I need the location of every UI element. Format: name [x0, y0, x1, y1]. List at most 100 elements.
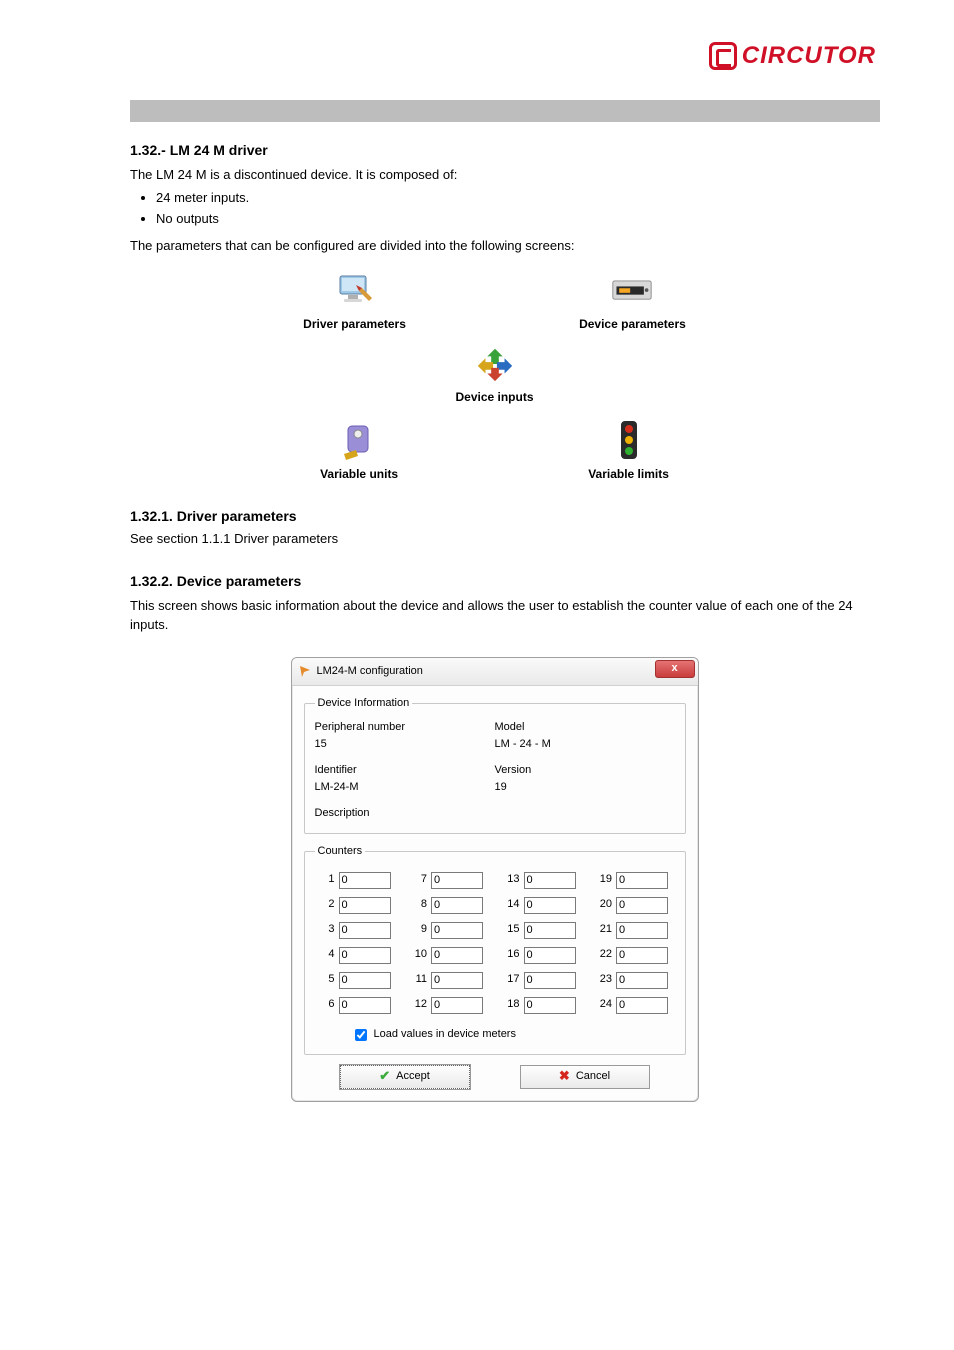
counter-row: 24 [596, 997, 671, 1014]
counter-row: 15 [504, 922, 579, 939]
cancel-label: Cancel [576, 1069, 610, 1085]
counter-label: 4 [319, 947, 335, 963]
counter-label: 2 [319, 897, 335, 913]
counter-label: 21 [596, 922, 612, 938]
counter-input[interactable] [431, 997, 483, 1014]
peripheral-value: 15 [315, 737, 495, 753]
counter-row: 22 [596, 947, 671, 964]
counter-label: 1 [319, 872, 335, 888]
nav-label: Device parameters [579, 316, 686, 333]
counter-input[interactable] [524, 947, 576, 964]
nav-variable-units[interactable]: Variable units [320, 420, 398, 483]
counter-input[interactable] [524, 972, 576, 989]
counter-label: 3 [319, 922, 335, 938]
counter-row: 13 [504, 872, 579, 889]
counter-input[interactable] [524, 922, 576, 939]
dialog-titlebar: LM24-M configuration x [292, 658, 698, 686]
counter-input[interactable] [339, 947, 391, 964]
counter-input[interactable] [339, 897, 391, 914]
brand-logo-text: CIRCUTOR [742, 42, 876, 70]
counter-label: 18 [504, 997, 520, 1013]
counter-row: 19 [596, 872, 671, 889]
counter-input[interactable] [524, 997, 576, 1014]
counter-input[interactable] [616, 947, 668, 964]
counter-input[interactable] [616, 897, 668, 914]
counter-row: 12 [411, 997, 486, 1014]
list-item: 24 meter inputs. [156, 189, 859, 208]
dialog-title: LM24-M configuration [317, 664, 423, 680]
counter-row: 1 [319, 872, 394, 889]
counter-input[interactable] [431, 947, 483, 964]
identifier-value: LM-24-M [315, 780, 495, 796]
counter-label: 15 [504, 922, 520, 938]
device-hardware-icon [611, 270, 653, 312]
counter-input[interactable] [339, 997, 391, 1014]
monitor-pencil-icon [334, 270, 376, 312]
close-button[interactable]: x [655, 660, 695, 678]
brand-logo-icon [709, 42, 737, 70]
device-information-group: Device Information Peripheral number 15 … [304, 696, 686, 834]
traffic-light-icon [608, 420, 650, 462]
counters-group: Counters 1713192814203915214101622511172… [304, 844, 686, 1055]
description-label: Description [315, 806, 675, 822]
counter-label: 8 [411, 897, 427, 913]
list-item: No outputs [156, 210, 859, 229]
accept-button[interactable]: ✔ Accept [340, 1065, 470, 1089]
load-values-label: Load values in device meters [374, 1027, 516, 1043]
counter-row: 7 [411, 872, 486, 889]
counter-row: 14 [504, 897, 579, 914]
identifier-label: Identifier [315, 763, 495, 779]
counter-input[interactable] [616, 922, 668, 939]
counter-input[interactable] [431, 922, 483, 939]
counter-label: 23 [596, 972, 612, 988]
counter-input[interactable] [431, 872, 483, 889]
nav-driver-parameters[interactable]: Driver parameters [303, 270, 406, 333]
counter-input[interactable] [524, 897, 576, 914]
section-title: 1.32.- LM 24 M driver [130, 140, 859, 160]
peripheral-label: Peripheral number [315, 720, 495, 736]
counter-row: 6 [319, 997, 394, 1014]
counter-label: 7 [411, 872, 427, 888]
version-label: Version [495, 763, 675, 779]
counter-input[interactable] [616, 872, 668, 889]
counter-input[interactable] [431, 897, 483, 914]
counter-label: 16 [504, 947, 520, 963]
counter-input[interactable] [339, 922, 391, 939]
nav-label: Variable units [320, 466, 398, 483]
counter-input[interactable] [339, 872, 391, 889]
counter-row: 2 [319, 897, 394, 914]
counter-input[interactable] [339, 972, 391, 989]
load-values-checkbox[interactable] [355, 1029, 367, 1041]
nav-device-parameters[interactable]: Device parameters [579, 270, 686, 333]
subsection-device-text: This screen shows basic information abou… [130, 597, 859, 635]
counter-label: 9 [411, 922, 427, 938]
counter-input[interactable] [616, 972, 668, 989]
model-value: LM - 24 - M [495, 737, 675, 753]
counter-row: 8 [411, 897, 486, 914]
nav-device-inputs[interactable]: Device inputs [455, 343, 533, 406]
arrows-icon [474, 343, 516, 385]
counter-input[interactable] [616, 997, 668, 1014]
counters-legend: Counters [315, 844, 366, 860]
header-bar [130, 100, 880, 122]
counter-row: 3 [319, 922, 394, 939]
brand-logo: CIRCUTOR [709, 42, 876, 70]
counter-row: 4 [319, 947, 394, 964]
counter-label: 19 [596, 872, 612, 888]
cancel-icon: ✖ [559, 1067, 570, 1086]
device-information-legend: Device Information [315, 696, 413, 712]
subsection-device-head: 1.32.2. Device parameters [130, 571, 859, 591]
counter-row: 20 [596, 897, 671, 914]
counter-label: 11 [411, 972, 427, 988]
counter-row: 21 [596, 922, 671, 939]
nav-variable-limits[interactable]: Variable limits [588, 420, 669, 483]
config-dialog: LM24-M configuration x Device Informatio… [291, 657, 699, 1102]
cancel-button[interactable]: ✖ Cancel [520, 1065, 650, 1089]
counter-input[interactable] [524, 872, 576, 889]
check-icon: ✔ [379, 1067, 390, 1086]
accept-label: Accept [396, 1069, 430, 1085]
counter-input[interactable] [431, 972, 483, 989]
counter-row: 18 [504, 997, 579, 1014]
counter-row: 17 [504, 972, 579, 989]
counter-label: 24 [596, 997, 612, 1013]
